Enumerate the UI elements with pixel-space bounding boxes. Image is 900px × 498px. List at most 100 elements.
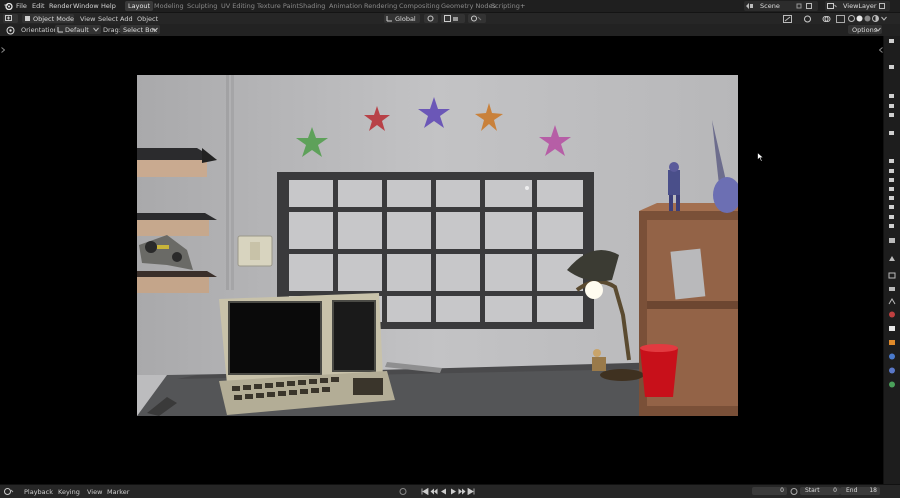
3d-viewport-icon <box>5 15 12 21</box>
object-properties-icon[interactable] <box>888 339 896 346</box>
editor-type-selector[interactable] <box>3 14 18 23</box>
menu-view[interactable]: View <box>80 15 95 23</box>
menu-object[interactable]: Object <box>137 15 158 23</box>
orientation-label: Global <box>395 15 416 23</box>
menu-file[interactable]: File <box>16 2 27 10</box>
options-dropdown[interactable]: Options <box>848 25 882 34</box>
orientation-icon <box>386 16 392 22</box>
copy-scene-icon[interactable] <box>806 3 812 9</box>
timeline-menu-marker[interactable]: Marker <box>107 488 129 496</box>
auto-keying-icon[interactable] <box>399 488 407 495</box>
camera-visibility-icon[interactable] <box>888 64 896 70</box>
rendered-shading-icon[interactable] <box>872 15 879 22</box>
timeline-menu-playback[interactable]: Playback <box>24 488 53 496</box>
workspace-tab-rendering[interactable]: Rendering <box>364 2 397 10</box>
workspace-tab-texture-paint[interactable]: Texture Paint <box>257 2 299 10</box>
transform-orientation-dropdown[interactable]: Global <box>384 14 420 23</box>
view-layer-name: ViewLayer <box>843 2 877 10</box>
overlays-icon[interactable] <box>822 15 831 23</box>
orientation-setting-dropdown[interactable]: Default <box>55 25 101 34</box>
timeline-editor-icon[interactable] <box>4 488 14 495</box>
pivot-point-dropdown[interactable] <box>424 14 438 23</box>
jump-to-start-icon[interactable] <box>421 488 429 495</box>
workspace-tab-shading[interactable]: Shading <box>299 2 325 10</box>
timeline-menu-keying[interactable]: Keying <box>58 488 80 496</box>
world-properties-icon[interactable] <box>888 311 896 318</box>
shading-options-chevron-icon[interactable] <box>881 16 887 21</box>
jump-to-keyframe-back-icon[interactable] <box>430 488 438 495</box>
camera-visibility-icon[interactable] <box>888 168 896 174</box>
jump-to-keyframe-forward-icon[interactable] <box>458 488 466 495</box>
workspace-tab-sculpting[interactable]: Sculpting <box>187 2 217 10</box>
scene-selector[interactable]: Scene <box>744 1 818 11</box>
view-layer-selector[interactable]: ViewLayer <box>825 1 890 11</box>
output-properties-icon[interactable] <box>888 272 896 279</box>
data-properties-icon[interactable] <box>888 381 896 388</box>
object-mode-icon <box>25 16 30 21</box>
copy-view-layer-icon[interactable] <box>879 3 885 9</box>
workspace-tab-compositing[interactable]: Compositing <box>399 2 440 10</box>
collection-properties-icon[interactable] <box>888 325 896 332</box>
workspace-tab-animation[interactable]: Animation <box>329 2 362 10</box>
gizmo-icon[interactable] <box>803 15 812 23</box>
camera-visibility-icon[interactable] <box>888 195 896 201</box>
snap-toggle[interactable] <box>441 14 465 23</box>
jump-to-end-icon[interactable] <box>467 488 475 495</box>
workspace-tab-scripting[interactable]: Scripting <box>491 2 520 10</box>
camera-visibility-icon[interactable] <box>888 38 896 44</box>
camera-visibility-icon[interactable] <box>888 223 896 229</box>
workspace-tab-layout[interactable]: Layout <box>125 1 154 11</box>
workspace-tab-modeling[interactable]: Modeling <box>154 2 184 10</box>
tool-properties-icon[interactable] <box>888 237 896 244</box>
end-frame-value: 18 <box>869 487 877 494</box>
play-reverse-icon[interactable] <box>440 488 447 495</box>
current-frame-field[interactable]: 0 <box>752 487 787 495</box>
camera-visibility-icon[interactable] <box>888 93 896 99</box>
camera-visibility-icon[interactable] <box>888 158 896 164</box>
visibility-icon[interactable] <box>783 15 792 23</box>
view-layer-properties-icon[interactable] <box>888 285 896 292</box>
start-frame-field[interactable]: Start 0 <box>800 487 840 495</box>
scene-name: Scene <box>760 2 780 10</box>
add-workspace-icon[interactable]: + <box>520 2 525 10</box>
camera-visibility-icon[interactable] <box>888 103 896 109</box>
drag-setting-dropdown[interactable]: Select Box <box>120 25 160 34</box>
physics-properties-icon[interactable] <box>888 353 896 360</box>
menu-edit[interactable]: Edit <box>32 2 45 10</box>
menu-window[interactable]: Window <box>73 2 99 10</box>
menu-help[interactable]: Help <box>101 2 116 10</box>
preview-range-icon[interactable] <box>790 488 798 495</box>
pin-icon[interactable] <box>796 3 802 9</box>
select-tool-icon[interactable] <box>6 26 15 35</box>
xray-icon[interactable] <box>836 15 845 23</box>
menu-render[interactable]: Render <box>49 2 72 10</box>
material-preview-icon[interactable] <box>864 15 871 22</box>
camera-visibility-icon[interactable] <box>888 214 896 220</box>
toolbar-expand-arrow-icon[interactable] <box>1 47 5 53</box>
camera-visibility-icon[interactable] <box>888 186 896 192</box>
solid-shading-icon[interactable] <box>856 15 863 22</box>
camera-visibility-icon[interactable] <box>888 177 896 183</box>
camera-visibility-icon[interactable] <box>888 112 896 118</box>
workspace-tab-geometry-nodes[interactable]: Geometry Nodes <box>441 2 496 10</box>
camera-view[interactable] <box>137 75 738 416</box>
constraints-properties-icon[interactable] <box>888 367 896 374</box>
right-toolbar <box>883 36 900 484</box>
camera-visibility-icon[interactable] <box>888 204 896 210</box>
end-frame-field[interactable]: End 18 <box>840 487 880 495</box>
workspace-tab-uv-editing[interactable]: UV Editing <box>221 2 255 10</box>
blender-logo-icon[interactable] <box>4 2 13 10</box>
camera-visibility-icon[interactable] <box>888 130 896 136</box>
object-mode-dropdown[interactable]: Object Mode <box>22 14 74 23</box>
mouse-cursor-icon <box>757 152 764 162</box>
render-properties-icon[interactable] <box>888 255 896 262</box>
timeline-menu-view[interactable]: View <box>87 488 102 496</box>
menu-add[interactable]: Add <box>120 15 133 23</box>
proportional-edit-toggle[interactable] <box>468 14 486 23</box>
scene-icon <box>746 3 753 9</box>
wireframe-shading-icon[interactable] <box>848 15 855 22</box>
scene-properties-icon[interactable] <box>888 298 896 305</box>
shelf-bottom <box>137 271 217 293</box>
menu-select[interactable]: Select <box>98 15 118 23</box>
play-icon[interactable] <box>450 488 457 495</box>
